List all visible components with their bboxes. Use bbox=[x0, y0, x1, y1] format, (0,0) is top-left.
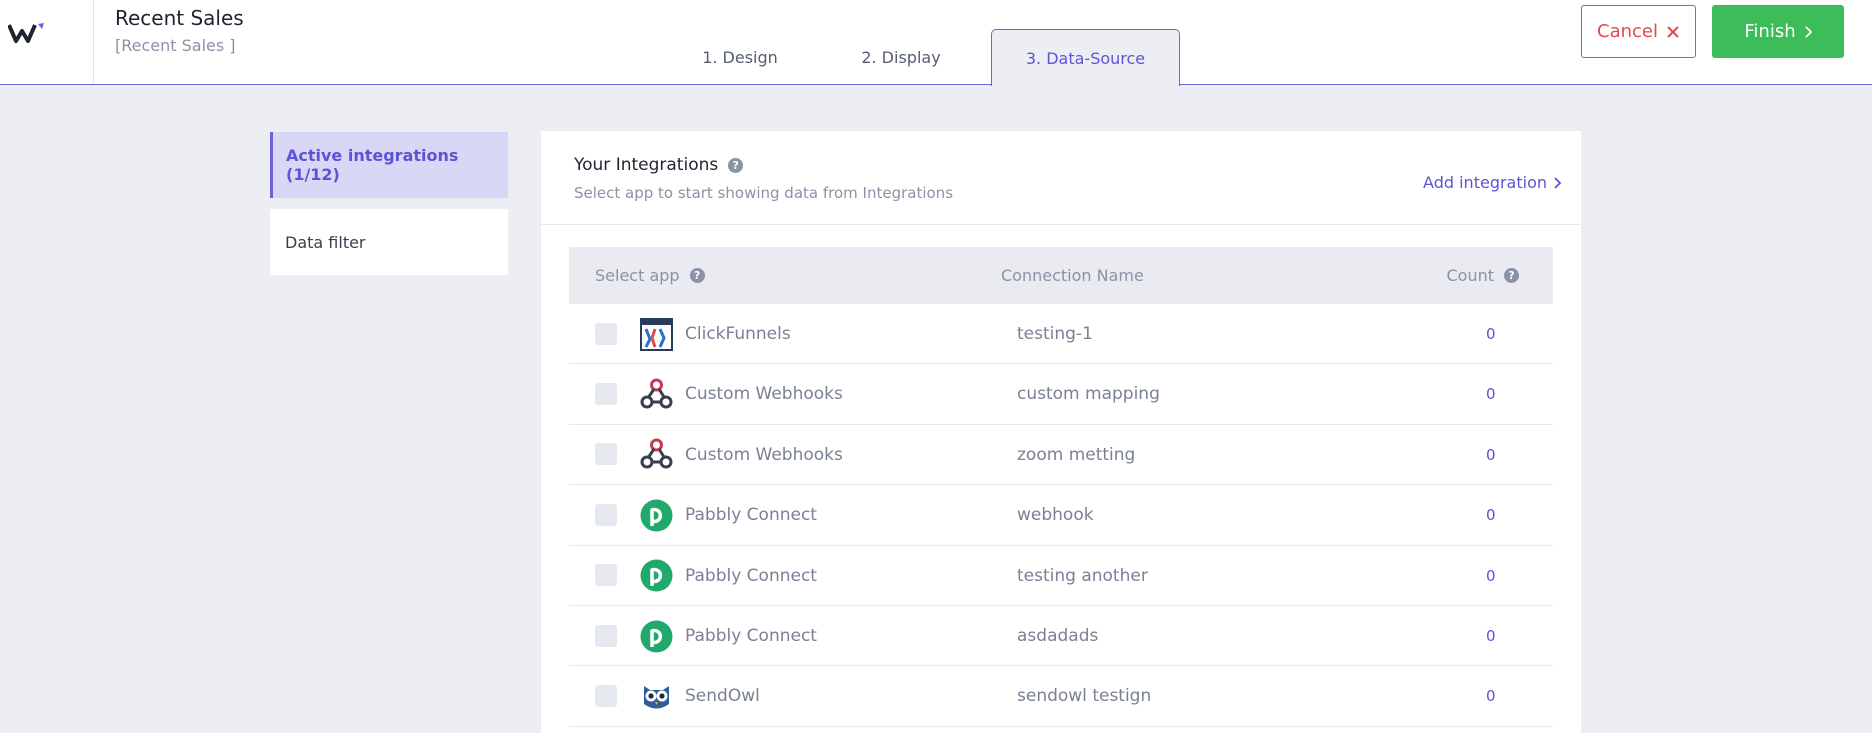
clickfunnels-icon bbox=[640, 317, 673, 351]
table-row[interactable]: Pabbly Connect asdadads 0 bbox=[569, 606, 1553, 667]
connection-name: zoom metting bbox=[1017, 444, 1136, 465]
connection-name: testing another bbox=[1017, 565, 1148, 586]
page-subtitle: [Recent Sales ] bbox=[115, 36, 236, 55]
row-checkbox[interactable] bbox=[595, 322, 617, 345]
sidebar-item-active-integrations[interactable]: Active integrations (1/12) bbox=[270, 132, 508, 198]
tab-label: 3. Data-Source bbox=[1025, 48, 1146, 68]
chevron-right-icon bbox=[1804, 25, 1812, 38]
tab-label: 2. Display bbox=[861, 47, 941, 67]
row-count: 0 bbox=[1486, 687, 1496, 706]
panel-header: Your Integrations ? Select app to start … bbox=[541, 131, 1581, 225]
row-checkbox[interactable] bbox=[595, 564, 617, 587]
row-count: 0 bbox=[1486, 566, 1496, 585]
brand-logo-icon bbox=[8, 23, 44, 43]
logo[interactable] bbox=[0, 0, 94, 84]
cancel-button[interactable]: Cancel bbox=[1581, 5, 1696, 58]
tab-design[interactable]: 1. Design bbox=[681, 29, 799, 85]
row-count: 0 bbox=[1486, 445, 1496, 464]
row-checkbox[interactable] bbox=[595, 383, 617, 406]
app-name: SendOwl bbox=[685, 686, 760, 707]
table-row[interactable]: ClickFunnels testing-1 0 bbox=[569, 304, 1553, 365]
app-name: Pabbly Connect bbox=[685, 505, 817, 526]
sidebar-item-label: Active integrations (1/12) bbox=[286, 146, 459, 184]
integrations-panel: Your Integrations ? Select app to start … bbox=[541, 131, 1581, 733]
connection-name: asdadads bbox=[1017, 625, 1099, 646]
connection-name: sendowl testign bbox=[1017, 686, 1152, 707]
app-name: Custom Webhooks bbox=[685, 444, 843, 465]
sidebar-item-label: Data filter bbox=[285, 232, 366, 252]
panel-title-text: Your Integrations bbox=[574, 155, 719, 175]
page-title: Recent Sales bbox=[115, 6, 244, 30]
panel-title: Your Integrations ? bbox=[574, 155, 744, 175]
table-row[interactable]: SendOwl sendowl testign 0 bbox=[569, 666, 1553, 727]
tab-label: 1. Design bbox=[702, 47, 778, 67]
row-checkbox[interactable] bbox=[595, 685, 617, 708]
header-select-app: Select app ? bbox=[595, 247, 705, 304]
integrations-table: Select app ? Connection Name Count ? Cli… bbox=[569, 247, 1553, 727]
webhook-icon bbox=[640, 438, 673, 469]
sidebar-item-data-filter[interactable]: Data filter bbox=[270, 209, 508, 275]
row-checkbox[interactable] bbox=[595, 503, 617, 526]
pabbly-icon bbox=[640, 499, 673, 532]
cancel-label: Cancel bbox=[1597, 21, 1658, 42]
table-row[interactable]: Pabbly Connect testing another 0 bbox=[569, 546, 1553, 606]
webhook-icon bbox=[640, 378, 673, 409]
row-count: 0 bbox=[1486, 506, 1496, 525]
close-icon bbox=[1667, 25, 1679, 38]
top-header: Recent Sales [Recent Sales ] 1. Design 2… bbox=[0, 0, 1872, 86]
help-icon[interactable]: ? bbox=[728, 157, 744, 173]
header-count: Count ? bbox=[1446, 247, 1519, 304]
add-integration-link[interactable]: Add integration bbox=[1423, 173, 1561, 192]
pabbly-icon bbox=[640, 620, 673, 653]
connection-name: testing-1 bbox=[1017, 324, 1093, 344]
row-checkbox[interactable] bbox=[595, 624, 617, 647]
row-count: 0 bbox=[1486, 626, 1496, 645]
table-header: Select app ? Connection Name Count ? bbox=[569, 247, 1553, 304]
finish-label: Finish bbox=[1744, 21, 1796, 42]
chevron-right-icon bbox=[1554, 176, 1561, 189]
app-name: Pabbly Connect bbox=[685, 625, 817, 646]
help-icon[interactable]: ? bbox=[689, 268, 705, 283]
table-row[interactable]: Custom Webhooks custom mapping 0 bbox=[569, 364, 1553, 425]
app-name: Pabbly Connect bbox=[685, 565, 817, 586]
connection-name: webhook bbox=[1017, 505, 1094, 526]
connection-name: custom mapping bbox=[1017, 384, 1160, 405]
finish-button[interactable]: Finish bbox=[1712, 5, 1844, 58]
add-integration-label: Add integration bbox=[1423, 173, 1547, 192]
row-checkbox[interactable] bbox=[595, 443, 617, 466]
tab-data-source[interactable]: 3. Data-Source bbox=[991, 29, 1180, 86]
tab-display[interactable]: 2. Display bbox=[845, 29, 957, 85]
pabbly-icon bbox=[640, 559, 673, 592]
panel-subtitle: Select app to start showing data from In… bbox=[574, 184, 954, 202]
help-icon[interactable]: ? bbox=[1504, 268, 1519, 283]
table-row[interactable]: Custom Webhooks zoom metting 0 bbox=[569, 425, 1553, 486]
header-label: Count bbox=[1446, 266, 1494, 285]
app-name: Custom Webhooks bbox=[685, 384, 843, 405]
row-count: 0 bbox=[1486, 325, 1496, 343]
row-count: 0 bbox=[1486, 385, 1496, 404]
header-label: Select app bbox=[595, 266, 680, 285]
sendowl-icon bbox=[644, 686, 669, 709]
header-connection-name: Connection Name bbox=[1001, 266, 1144, 285]
table-row[interactable]: Pabbly Connect webhook 0 bbox=[569, 485, 1553, 546]
app-name: ClickFunnels bbox=[685, 324, 791, 344]
